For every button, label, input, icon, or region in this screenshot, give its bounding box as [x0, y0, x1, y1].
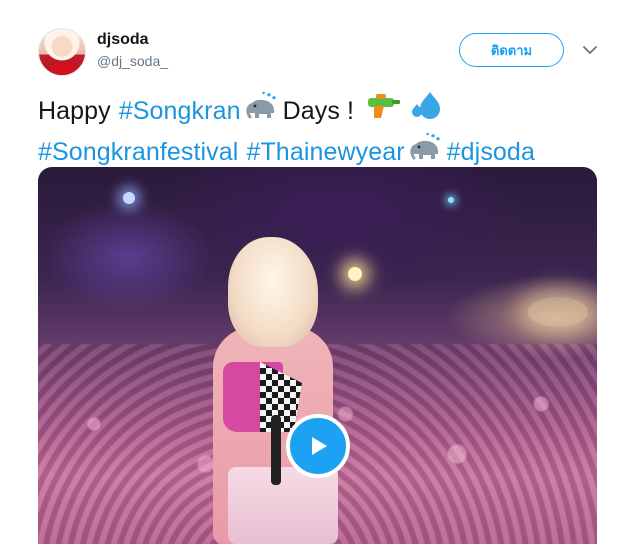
hashtag-thainewyear[interactable]: #Thainewyear [246, 135, 404, 170]
video-thumbnail[interactable] [38, 167, 597, 544]
avatar[interactable] [38, 28, 86, 76]
author-display-name[interactable]: djsoda [97, 31, 149, 49]
tweet-word: Happy [38, 96, 111, 125]
play-button[interactable] [286, 414, 350, 478]
tweet-word: Days ! [282, 96, 355, 125]
elephant-emoji-icon [409, 132, 443, 172]
tweet-text-line-1: Happy #Songkran Days ! [38, 90, 598, 132]
microphone [271, 415, 281, 485]
tweet-text: Happy #Songkran Days ! #Songkranfestival… [38, 90, 598, 172]
stage-light [448, 197, 454, 203]
hashtag-djsoda[interactable]: #djsoda [447, 135, 535, 170]
stage-light [348, 267, 362, 281]
chevron-down-icon[interactable] [580, 42, 600, 58]
hashtag-songkran[interactable]: #Songkran [119, 94, 241, 129]
hashtag-songkranfestival[interactable]: #Songkranfestival [38, 135, 238, 170]
elephant-emoji-icon [245, 91, 279, 131]
performer-shorts [228, 467, 338, 544]
performer-hair [228, 237, 318, 347]
water-pistol-icon [366, 92, 402, 130]
follow-button[interactable]: ติดตาม [459, 33, 564, 67]
author-username[interactable]: @dj_soda_ [97, 53, 168, 69]
tweet-text-line-2: #Songkranfestival #Thainewyear #djsoda [38, 132, 598, 172]
play-icon [312, 437, 327, 455]
stage-light [528, 297, 588, 327]
tweet-card: djsoda @dj_soda_ ติดตาม Happy #Songkran [0, 0, 619, 544]
droplets-icon [410, 90, 444, 132]
stage-light [123, 192, 135, 204]
